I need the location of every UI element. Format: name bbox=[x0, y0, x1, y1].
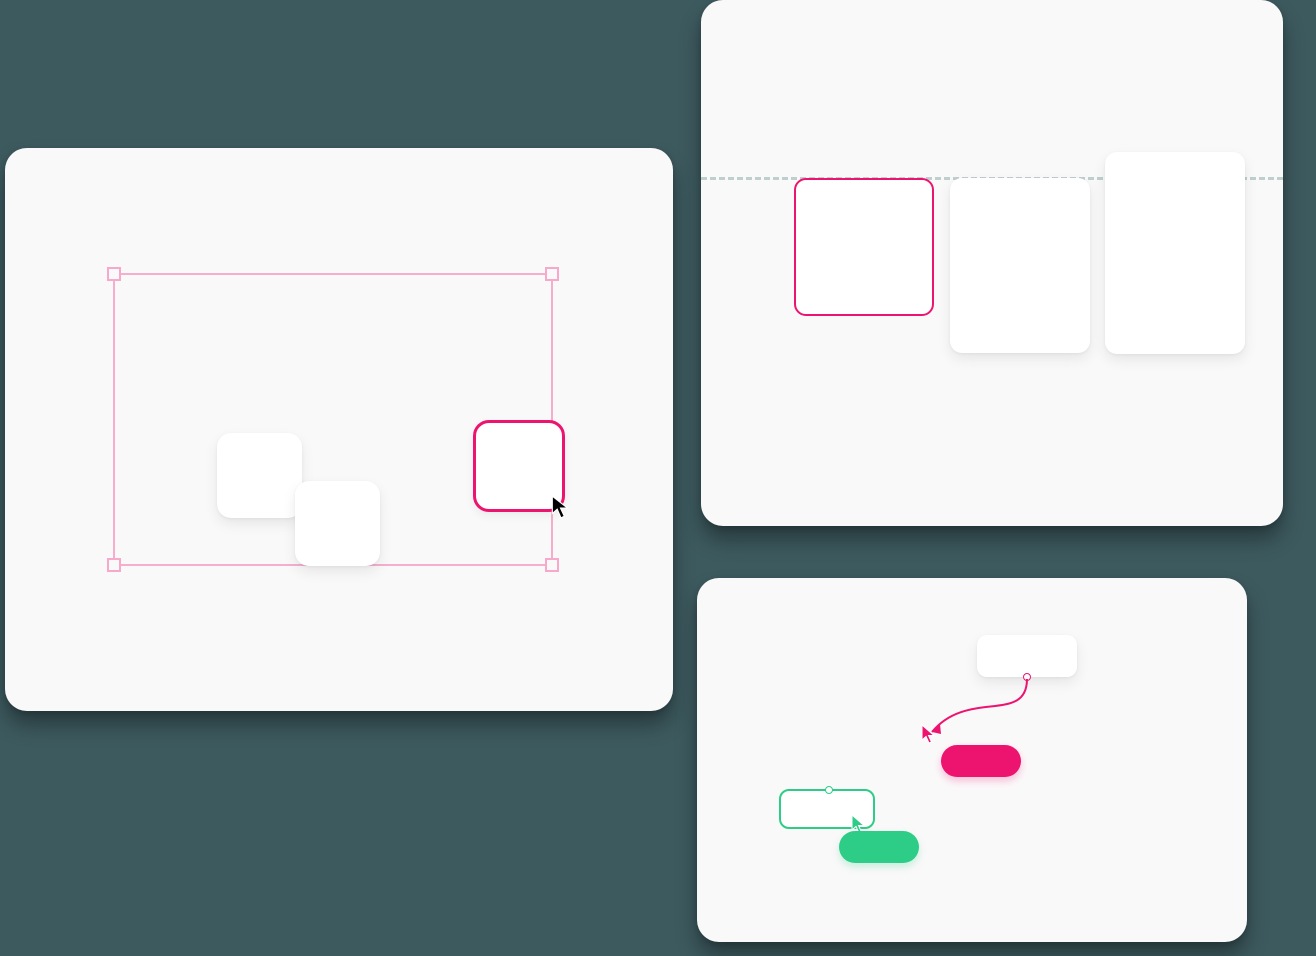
canvas-card[interactable] bbox=[1105, 152, 1245, 354]
alignment-snap-panel bbox=[701, 0, 1283, 526]
collaborator-label-pink[interactable] bbox=[941, 745, 1021, 777]
selection-handle-bottom-right[interactable] bbox=[545, 558, 559, 572]
selection-handle-top-left[interactable] bbox=[107, 267, 121, 281]
connector-node-icon[interactable] bbox=[1023, 673, 1031, 681]
cursor-default-icon bbox=[550, 494, 572, 520]
canvas-card[interactable] bbox=[217, 433, 302, 518]
canvas-card[interactable] bbox=[977, 635, 1077, 677]
selection-handle-top-right[interactable] bbox=[545, 267, 559, 281]
canvas-card[interactable] bbox=[295, 481, 380, 566]
cursor-collaborator-pink-icon bbox=[920, 723, 938, 745]
selection-drag-panel bbox=[5, 148, 673, 711]
canvas-card[interactable] bbox=[950, 178, 1090, 353]
collaboration-cursors-panel bbox=[697, 578, 1247, 942]
connector-curve bbox=[922, 674, 1042, 744]
connector-node-icon[interactable] bbox=[825, 786, 833, 794]
selection-handle-bottom-left[interactable] bbox=[107, 558, 121, 572]
collaborator-label-green[interactable] bbox=[839, 831, 919, 863]
canvas-card-selected[interactable] bbox=[794, 178, 934, 316]
